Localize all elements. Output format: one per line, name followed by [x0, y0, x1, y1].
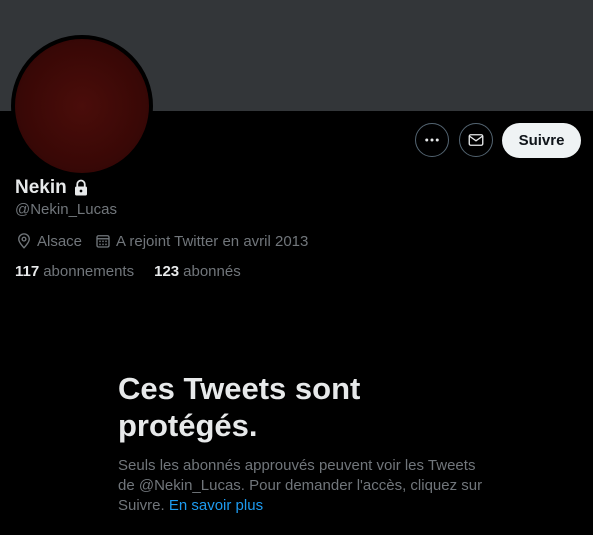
envelope-icon [468, 134, 484, 146]
message-button[interactable] [459, 123, 493, 157]
more-icon [425, 138, 439, 142]
following-label: abonnements [43, 263, 135, 280]
followers-link[interactable]: 123 abonnés [154, 263, 241, 280]
joined-item: A rejoint Twitter en avril 2013 [94, 232, 308, 250]
joined-text: A rejoint Twitter en avril 2013 [116, 232, 309, 250]
protected-body: Seuls les abonnés approuvés peuvent voir… [118, 456, 488, 516]
learn-more-link[interactable]: En savoir plus [169, 497, 263, 514]
more-button[interactable] [415, 123, 449, 157]
calendar-icon [96, 235, 110, 248]
profile-handle: @Nekin_Lucas [15, 201, 117, 218]
following-link[interactable]: 117 abonnements [15, 263, 134, 280]
protected-notice: Ces Tweets sont protégés. Seuls les abon… [118, 370, 488, 516]
profile-stats: 117 abonnements 123 abonnés [15, 263, 261, 280]
location-text: Alsace [37, 232, 83, 250]
following-count: 117 [15, 263, 40, 280]
location-item: Alsace [15, 232, 82, 250]
location-pin-icon [18, 233, 30, 249]
follow-button[interactable]: Suivre [502, 123, 581, 158]
followers-label: abonnés [183, 263, 241, 280]
profile-name: Nekin [15, 177, 67, 198]
profile-meta: Alsace A rejoint Twitter en avril 2013 [15, 232, 320, 250]
lock-icon [72, 179, 90, 197]
avatar[interactable] [11, 35, 153, 177]
protected-title: Ces Tweets sont protégés. [118, 371, 361, 443]
profile-name-row: Nekin [15, 177, 90, 199]
followers-count: 123 [154, 263, 180, 280]
